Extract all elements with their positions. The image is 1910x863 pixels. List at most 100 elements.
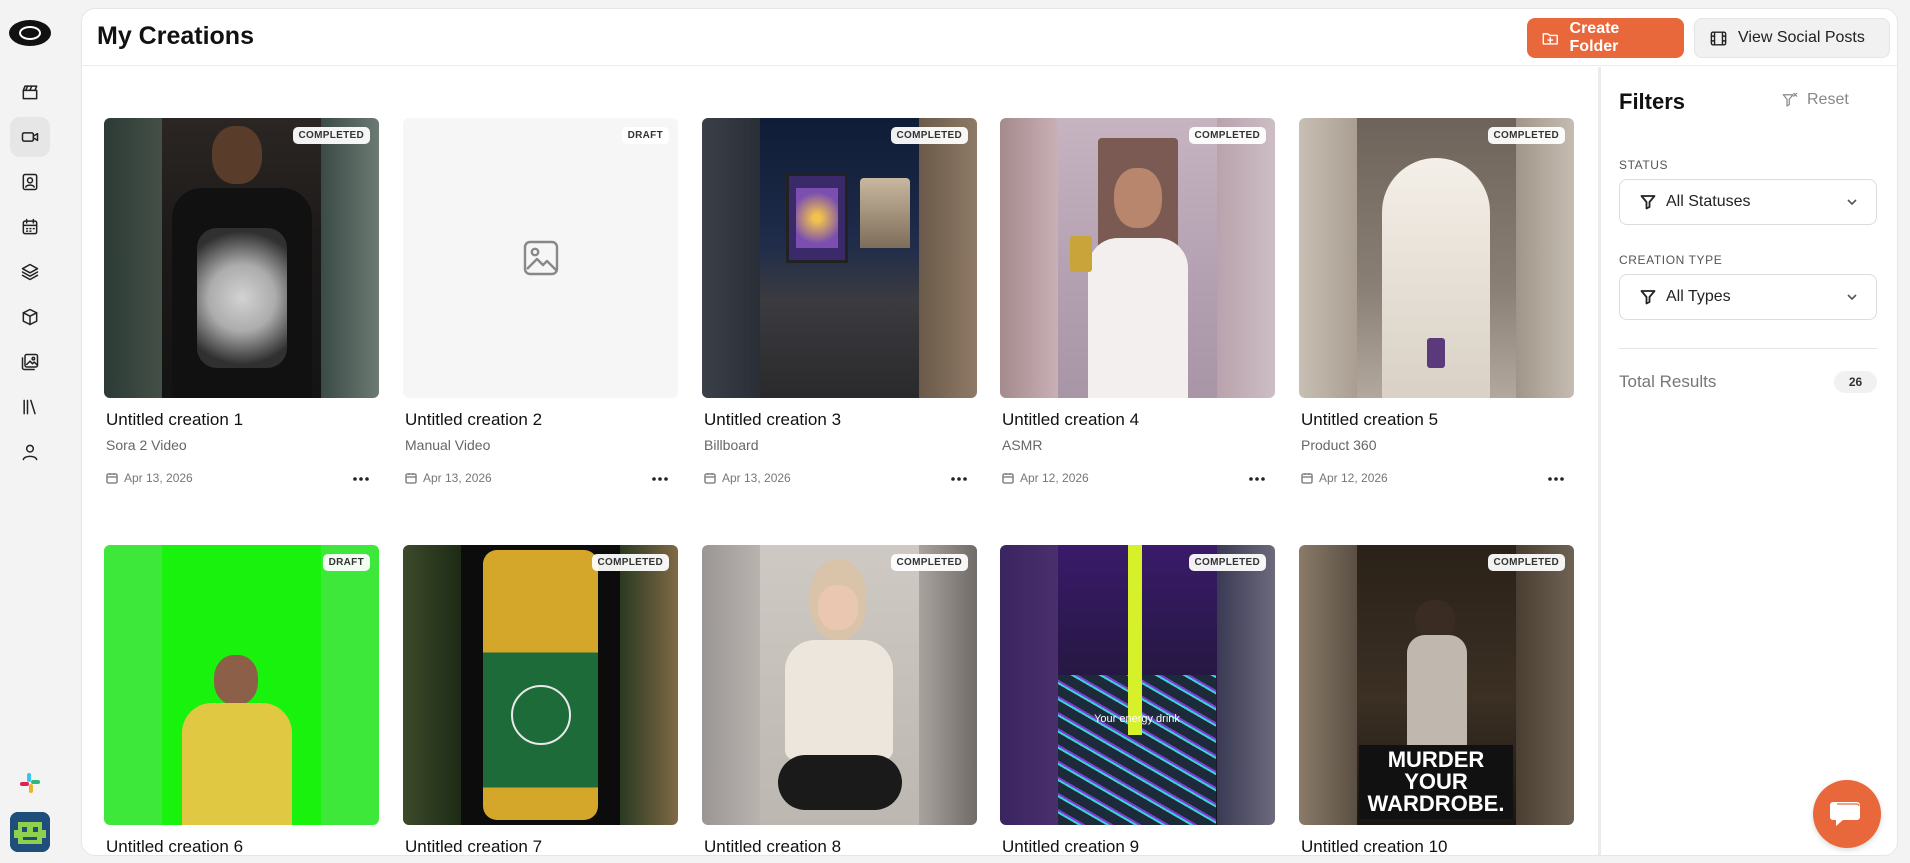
creation-type-select[interactable]: All Types: [1619, 274, 1877, 320]
reset-filters-button[interactable]: Reset: [1781, 91, 1849, 109]
status-select-value: All Statuses: [1666, 193, 1751, 210]
view-social-posts-label: View Social Posts: [1738, 29, 1865, 46]
total-results-count: 26: [1834, 371, 1877, 393]
create-folder-button[interactable]: Create Folder: [1527, 18, 1684, 58]
creation-thumbnail[interactable]: MURDER YOUR WARDROBE. COMPLETED: [1299, 545, 1574, 825]
status-badge: COMPLETED: [1487, 554, 1565, 571]
creation-thumbnail[interactable]: COMPLETED: [403, 545, 678, 825]
status-badge: DRAFT: [621, 127, 669, 144]
creation-date-text: Apr 12, 2026: [1020, 471, 1089, 485]
creation-thumbnail[interactable]: Your energy drink COMPLETED: [1000, 545, 1275, 825]
creation-type: Manual Video: [405, 437, 491, 453]
user-avatar[interactable]: [10, 812, 50, 852]
creation-card[interactable]: COMPLETED Untitled creation 1 Sora 2 Vid…: [104, 118, 379, 489]
chat-bubble-icon: [1830, 802, 1860, 826]
creation-title: Untitled creation 5: [1301, 410, 1439, 429]
status-badge: COMPLETED: [292, 127, 370, 144]
creation-card[interactable]: COMPLETED Untitled creation 7: [403, 545, 678, 856]
video-icon[interactable]: [10, 117, 50, 157]
creation-card[interactable]: DRAFT Untitled creation 6: [104, 545, 379, 856]
creation-title: Untitled creation 6: [106, 837, 244, 856]
image-gallery-icon[interactable]: [10, 342, 50, 382]
creation-thumbnail[interactable]: COMPLETED: [702, 118, 977, 398]
creation-date: Apr 12, 2026: [1301, 471, 1388, 485]
status-select[interactable]: All Statuses: [1619, 179, 1877, 225]
library-icon[interactable]: [10, 387, 50, 427]
creation-thumbnail[interactable]: COMPLETED: [702, 545, 977, 825]
creation-type: Sora 2 Video: [106, 437, 187, 453]
calendar-small-icon: [704, 473, 716, 484]
app-logo[interactable]: [9, 20, 51, 46]
overlay-caption: Your energy drink: [1094, 713, 1180, 725]
creation-date-text: Apr 13, 2026: [423, 471, 492, 485]
image-placeholder-icon: [523, 240, 559, 276]
creation-type: Product 360: [1301, 437, 1377, 453]
film-icon: [1710, 30, 1727, 46]
creation-thumbnail[interactable]: COMPLETED: [1299, 118, 1574, 398]
creation-title: Untitled creation 1: [106, 410, 244, 429]
creation-card[interactable]: COMPLETED Untitled creation 5 Product 36…: [1299, 118, 1574, 489]
creation-date: Apr 13, 2026: [405, 471, 492, 485]
slack-icon[interactable]: [19, 772, 41, 794]
logo-mark: [19, 26, 41, 40]
creation-date: Apr 12, 2026: [1002, 471, 1089, 485]
view-social-posts-button[interactable]: View Social Posts: [1694, 18, 1890, 58]
overlay-caption: MURDER YOUR WARDROBE.: [1359, 745, 1513, 819]
filters-title: Filters: [1619, 89, 1686, 114]
more-options-icon[interactable]: [349, 469, 373, 489]
creation-date-text: Apr 13, 2026: [124, 471, 193, 485]
creation-type-filter-label: CREATION TYPE: [1619, 253, 1723, 267]
status-filter-label: STATUS: [1619, 158, 1669, 172]
creation-type: Billboard: [704, 437, 759, 453]
more-options-icon[interactable]: [947, 469, 971, 489]
creation-type-select-value: All Types: [1666, 288, 1731, 305]
more-options-icon[interactable]: [648, 469, 672, 489]
create-folder-label: Create Folder: [1569, 20, 1620, 55]
chevron-down-icon: [1847, 199, 1857, 206]
total-results-label: Total Results: [1619, 372, 1717, 391]
creation-date-text: Apr 13, 2026: [722, 471, 791, 485]
creation-date: Apr 13, 2026: [106, 471, 193, 485]
status-badge: COMPLETED: [890, 554, 968, 571]
creation-title: Untitled creation 4: [1002, 410, 1140, 429]
package-icon[interactable]: [10, 297, 50, 337]
creation-title: Untitled creation 2: [405, 410, 543, 429]
main-panel: My Creations Create Folder View Social P…: [81, 8, 1898, 856]
more-options-icon[interactable]: [1544, 469, 1568, 489]
status-badge: COMPLETED: [1487, 127, 1565, 144]
more-options-icon[interactable]: [1245, 469, 1269, 489]
page-title: My Creations: [97, 22, 254, 50]
clapperboard-icon[interactable]: [10, 72, 50, 112]
creation-thumbnail[interactable]: DRAFT: [104, 545, 379, 825]
chat-button[interactable]: [1813, 780, 1881, 848]
filters-divider: [1619, 348, 1877, 349]
filter-icon: [1640, 290, 1656, 305]
user-icon[interactable]: [10, 432, 50, 472]
creation-thumbnail[interactable]: DRAFT: [403, 118, 678, 398]
creation-date: Apr 13, 2026: [704, 471, 791, 485]
chevron-down-icon: [1847, 294, 1857, 301]
creation-card[interactable]: MURDER YOUR WARDROBE. COMPLETED Untitled…: [1299, 545, 1574, 856]
status-badge: COMPLETED: [591, 554, 669, 571]
left-rail: [0, 0, 60, 863]
page-header: My Creations Create Folder View Social P…: [82, 9, 1897, 66]
creation-card[interactable]: COMPLETED Untitled creation 8: [702, 545, 977, 855]
creation-title: Untitled creation 3: [704, 410, 842, 429]
calendar-small-icon: [405, 473, 417, 484]
calendar-icon[interactable]: [10, 207, 50, 247]
creation-card[interactable]: COMPLETED Untitled creation 4 ASMR Apr 1…: [1000, 118, 1275, 489]
creation-thumbnail[interactable]: COMPLETED: [1000, 118, 1275, 398]
reset-label: Reset: [1807, 91, 1849, 108]
status-badge: COMPLETED: [1188, 554, 1266, 571]
creation-title: Untitled creation 9: [1002, 837, 1140, 856]
creation-type: ASMR: [1002, 437, 1043, 453]
creation-title: Untitled creation 7: [405, 837, 543, 856]
creation-card[interactable]: DRAFT Untitled creation 2 Manual Video A…: [403, 118, 678, 489]
creation-title: Untitled creation 10: [1301, 837, 1448, 856]
creation-card[interactable]: COMPLETED Untitled creation 3 Billboard …: [702, 118, 977, 489]
creation-thumbnail[interactable]: COMPLETED: [104, 118, 379, 398]
layers-icon[interactable]: [10, 252, 50, 292]
calendar-small-icon: [1301, 473, 1313, 484]
creation-card[interactable]: Your energy drink COMPLETED Untitled cre…: [1000, 545, 1275, 856]
contact-card-icon[interactable]: [10, 162, 50, 202]
